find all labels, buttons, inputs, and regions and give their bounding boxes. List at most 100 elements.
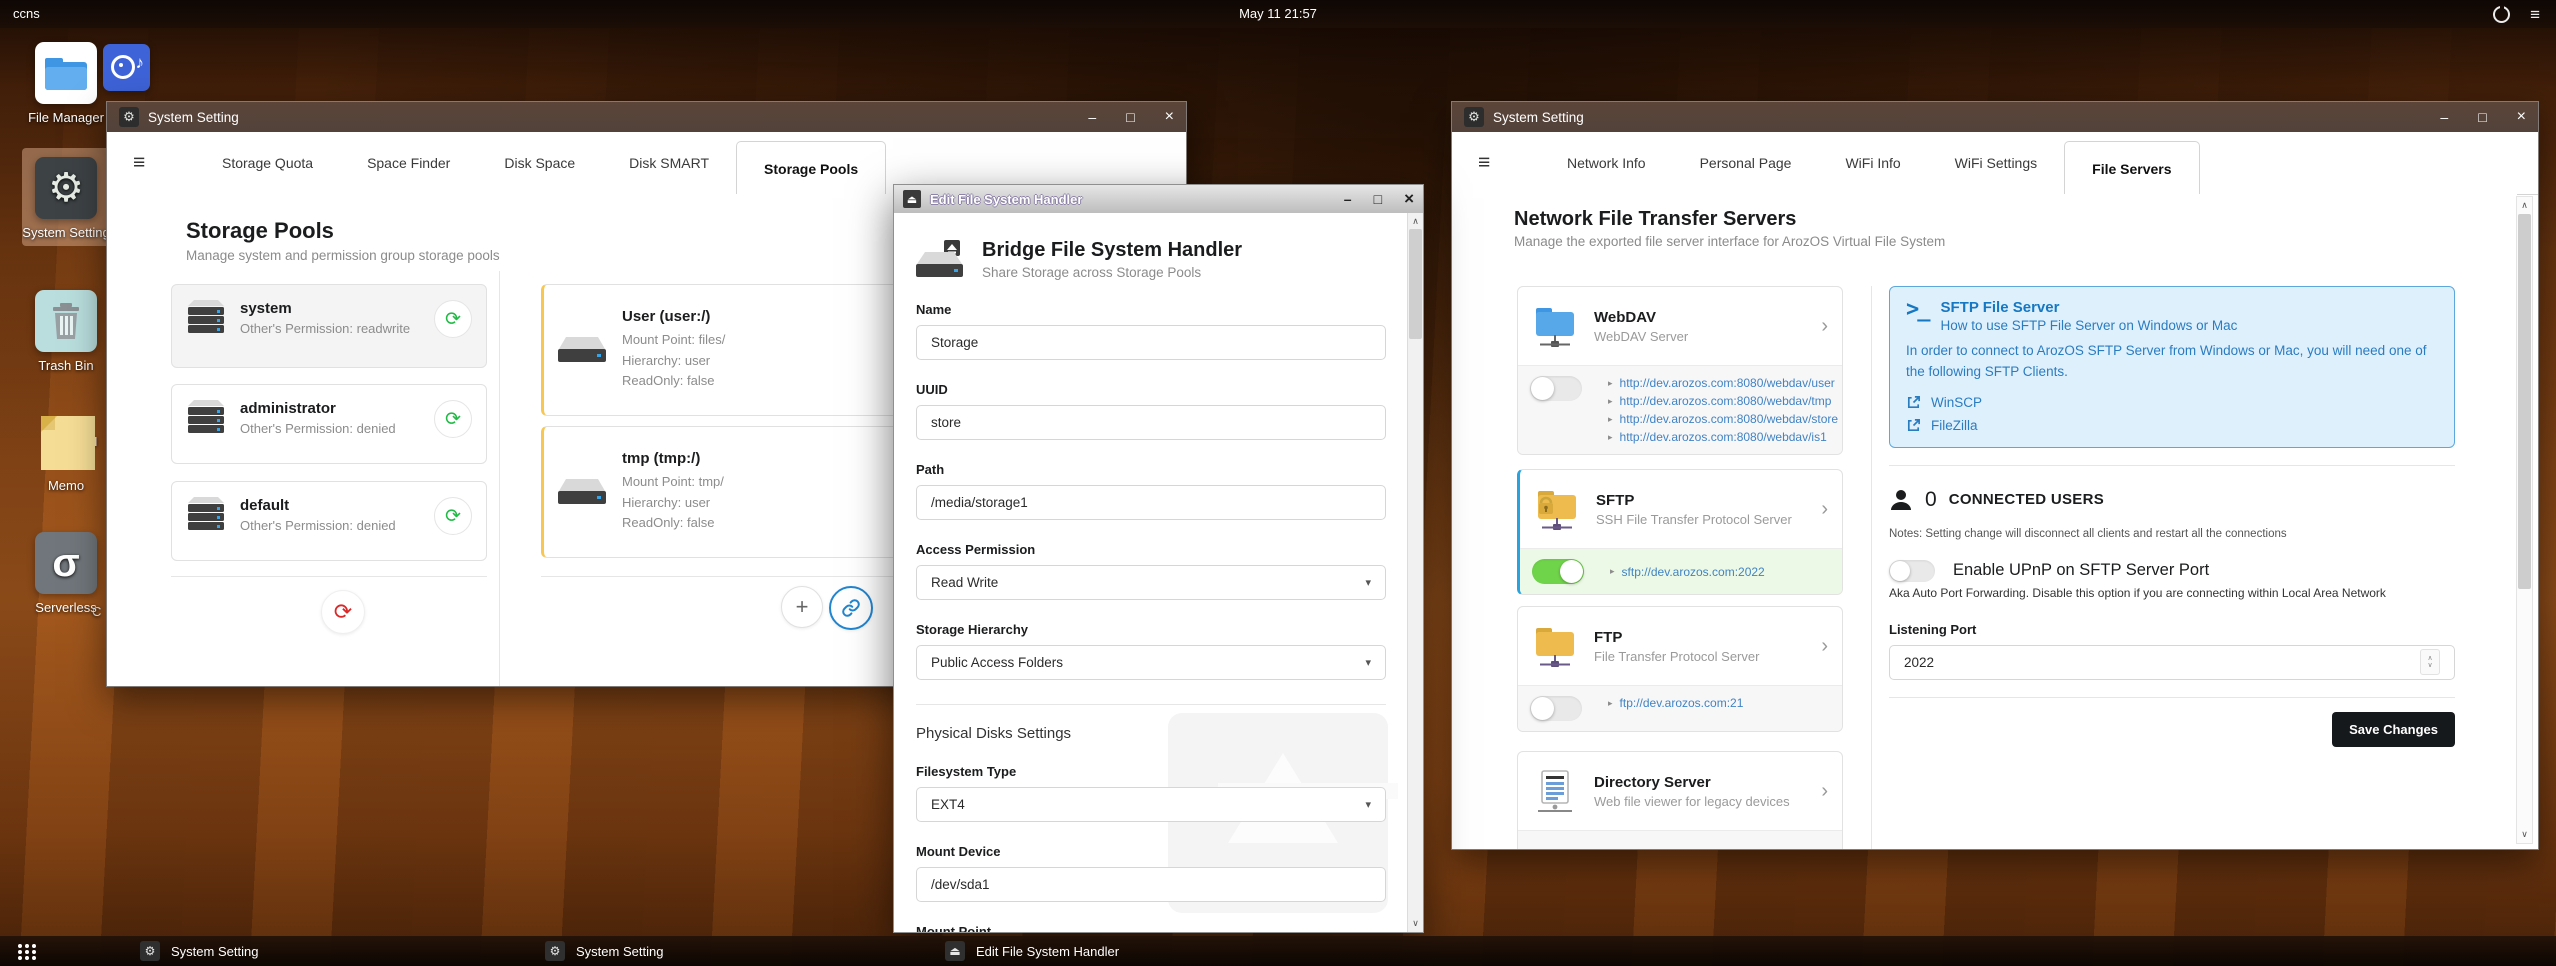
storage-hierarchy-select[interactable]: Public Access Folders ▾ [916,645,1386,680]
column-divider [1871,286,1872,849]
server-card-webdav[interactable]: WebDAV WebDAV Server › ▸ http://dev.arozo… [1517,286,1843,455]
window-titlebar[interactable]: ⚙ System Setting – □ × [107,102,1186,132]
dialog-subheading: Share Storage across Storage Pools [982,265,1202,280]
pool-card-system[interactable]: system Other's Permission: readwrite ⟳ [171,284,487,368]
pool-sync-button[interactable]: ⟳ [434,400,472,438]
window-titlebar[interactable]: ⚙ System Setting – □ × [1452,102,2538,132]
scroll-down-icon[interactable]: ∨ [2517,829,2532,840]
webdav-toggle[interactable] [1530,376,1582,401]
name-input[interactable]: Storage [916,325,1386,360]
fsh-card-tmp[interactable]: tmp (tmp:/) Mount Point: tmp/ Hierarchy:… [541,426,915,558]
scroll-down-icon[interactable]: ∨ [1408,918,1423,929]
taskbar-item-system-setting-1[interactable]: ⚙ System Setting [140,936,258,966]
webdav-url-link[interactable]: ▸ http://dev.arozos.com:8080/webdav/tmp [1608,394,1838,408]
music-note-icon: ♪ [135,53,145,72]
minimize-button[interactable]: – [1344,191,1352,207]
scrollbar-thumb[interactable] [1409,229,1422,339]
sftp-toggle[interactable] [1532,559,1584,584]
close-button[interactable]: × [1165,108,1174,126]
hamburger-icon[interactable]: ≡ [133,151,145,175]
pool-card-administrator[interactable]: administrator Other's Permission: denied… [171,384,487,464]
chevron-right-icon[interactable]: › [1821,498,1828,521]
desktop-icon-serverless[interactable]: σ Serverless [22,532,110,616]
server-name: SFTP [1596,491,1635,509]
power-icon[interactable] [2493,5,2511,23]
pool-sync-button[interactable]: ⟳ [434,300,472,338]
window-title: System Setting [1493,109,1584,125]
taskbar-item-label: System Setting [171,943,259,959]
tab-space-finder[interactable]: Space Finder [340,132,477,194]
chevron-right-icon[interactable]: › [1821,780,1828,803]
ftp-folder-icon [1536,628,1574,667]
scrollbar-thumb[interactable] [2518,214,2531,589]
vertical-scrollbar[interactable]: ∧ ∨ [2516,196,2533,844]
tab-storage-pools[interactable]: Storage Pools [736,141,887,195]
scroll-up-icon[interactable]: ∧ [2517,200,2532,211]
dialog-heading: Bridge File System Handler [982,239,1243,261]
menu-icon[interactable]: ≡ [2530,6,2540,23]
minimize-button[interactable]: – [1088,109,1096,125]
desktop-icon-file-manager[interactable]: File Manager [22,42,110,126]
ftp-toggle[interactable] [1530,696,1582,721]
desktop-icon-system-setting[interactable]: ⚙ System Setting [22,148,110,247]
webdav-url-link[interactable]: ▸ http://dev.arozos.com:8080/webdav/user [1608,376,1838,390]
fsh-card-user[interactable]: User (user:/) Mount Point: files/ Hierar… [541,284,915,416]
pool-sync-button[interactable]: ⟳ [434,497,472,535]
chevron-right-icon[interactable]: › [1821,315,1828,338]
filesystem-type-select[interactable]: EXT4 ▾ [916,787,1386,822]
tab-storage-quota[interactable]: Storage Quota [195,132,340,194]
close-button[interactable]: × [1404,189,1414,209]
chevron-right-icon[interactable]: › [1821,635,1828,658]
refresh-pools-button[interactable]: ⟳ [321,590,365,634]
desktop-icon-music[interactable]: ♪ [103,44,150,91]
access-permission-select[interactable]: Read Write ▾ [916,565,1386,600]
mount-device-input[interactable]: /dev/sda1 [916,867,1386,902]
server-card-directory[interactable]: Directory Server Web file viewer for leg… [1517,751,1843,849]
desktop-icon-memo[interactable]: Memo [22,410,110,494]
sftp-url-link[interactable]: ▸ sftp://dev.arozos.com:2022 [1610,565,1765,579]
tab-bar: ≡ Network Info Personal Page WiFi Info W… [1452,132,2538,195]
listening-port-input[interactable]: 2022 ∧ ∨ [1889,644,2455,680]
client-link-filezilla[interactable]: FileZilla [1906,418,2438,433]
maximize-button[interactable]: □ [1126,109,1134,125]
pool-permission: Other's Permission: denied [240,421,396,436]
scroll-up-icon[interactable]: ∧ [1408,216,1423,227]
desktop-icon-trash-bin[interactable]: Trash Bin [22,290,110,374]
path-input[interactable]: /media/storage1 [916,485,1386,520]
webdav-url-link[interactable]: ▸ http://dev.arozos.com:8080/webdav/store [1608,412,1838,426]
tab-wifi-info[interactable]: WiFi Info [1818,132,1927,194]
section-title: Physical Disks Settings [916,725,1072,742]
server-card-sftp[interactable]: SFTP SSH File Transfer Protocol Server ›… [1517,469,1843,595]
add-fsh-button[interactable]: + [781,586,823,628]
ftp-url-link[interactable]: ▸ ftp://dev.arozos.com:21 [1608,696,1743,710]
taskbar-item-system-setting-2[interactable]: ⚙ System Setting [545,936,663,966]
tab-disk-smart[interactable]: Disk SMART [602,132,736,194]
server-card-footer: ▸ http://dev.arozos.com:8080/webdav/user … [1518,365,1842,454]
maximize-button[interactable]: □ [2478,109,2486,125]
upnp-toggle[interactable] [1889,559,1935,582]
webdav-url-link[interactable]: ▸ http://dev.arozos.com:8080/webdav/is1 [1608,430,1838,444]
maximize-button[interactable]: □ [1374,191,1382,207]
app-launcher-icon[interactable] [18,944,22,948]
tab-wifi-settings[interactable]: WiFi Settings [1928,132,2064,194]
client-link-winscp[interactable]: WinSCP [1906,395,2438,410]
pool-card-default[interactable]: default Other's Permission: denied ⟳ [171,481,487,561]
tab-file-servers[interactable]: File Servers [2064,141,2200,195]
pool-permission: Other's Permission: denied [240,518,396,533]
column-divider [499,271,500,686]
close-button[interactable]: × [2517,108,2526,126]
hamburger-icon[interactable]: ≡ [1478,151,1490,175]
server-card-ftp[interactable]: FTP File Transfer Protocol Server › ▸ ftp… [1517,606,1843,732]
uuid-input[interactable]: store [916,405,1386,440]
vertical-scrollbar[interactable]: ∧ ∨ [1407,213,1423,932]
save-changes-button[interactable]: Save Changes [2332,711,2455,747]
tab-personal-page[interactable]: Personal Page [1673,132,1819,194]
tab-disk-space[interactable]: Disk Space [477,132,602,194]
taskbar-item-label: System Setting [576,943,664,959]
tab-network-info[interactable]: Network Info [1540,132,1673,194]
minimize-button[interactable]: – [2440,109,2448,125]
taskbar-item-edit-fsh[interactable]: ⏏ Edit File System Handler [945,936,1119,966]
dialog-titlebar[interactable]: ⏏ Edit File System Handler – □ × [894,185,1423,214]
number-spinner[interactable]: ∧ ∨ [2420,649,2440,676]
bridge-fsh-button[interactable] [829,586,873,630]
